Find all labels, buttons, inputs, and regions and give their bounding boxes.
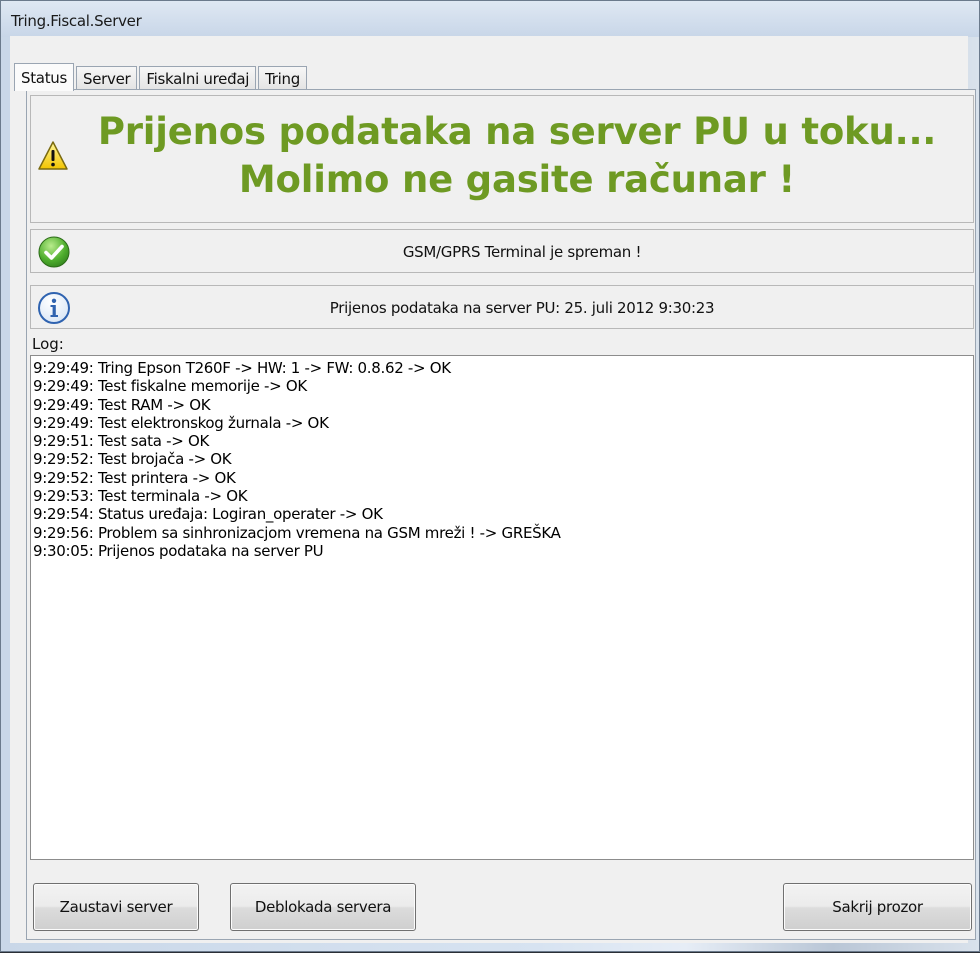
title-bar[interactable]: Tring.Fiscal.Server — [1, 1, 979, 37]
log-line: 9:29:54: Status uređaja: Logiran_operate… — [33, 505, 383, 524]
log-line: 9:29:49: Tring Epson T260F -> HW: 1 -> F… — [33, 359, 451, 377]
log-line: 9:29:52: Test brojača -> OK — [33, 450, 232, 469]
gsm-status-text: GSM/GPRS Terminal je spreman ! — [402, 243, 642, 261]
log-label: Log: — [32, 335, 64, 353]
gsm-status-row: GSM/GPRS Terminal je spreman ! — [30, 229, 974, 273]
info-icon — [38, 292, 70, 324]
log-line: 9:29:53: Test terminala -> OK — [33, 487, 248, 506]
log-line: 9:29:52: Test printera -> OK — [33, 468, 236, 487]
log-line: 9:29:49: Test fiskalne memorije -> OK — [33, 377, 307, 396]
warning-icon — [38, 141, 68, 170]
transfer-status-row: Prijenos podataka na server PU: 25. juli… — [30, 285, 974, 329]
log-line: 9:29:56: Problem sa sinhronizacjom vreme… — [33, 523, 561, 542]
banner-title: Prijenos podataka na server PU u toku... — [97, 110, 937, 153]
check-icon — [38, 236, 70, 268]
stop-server-button[interactable]: Zaustavi server — [33, 883, 199, 931]
log-line: 9:29:51: Test sata -> OK — [33, 432, 209, 451]
log-textbox[interactable]: 9:29:49: Tring Epson T260F -> HW: 1 -> F… — [30, 355, 974, 860]
tab-strip: Status Server Fiskalni uređaj Tring — [14, 62, 309, 91]
log-line: 9:30:05: Prijenos podataka na server PU — [33, 541, 324, 560]
tab-server[interactable]: Server — [76, 66, 138, 90]
unblock-server-button[interactable]: Deblokada servera — [230, 883, 416, 931]
banner-subtitle: Molimo ne gasite računar ! — [238, 158, 796, 201]
tab-tring[interactable]: Tring — [258, 66, 307, 90]
window-title: Tring.Fiscal.Server — [11, 12, 142, 30]
log-line: 9:29:49: Test elektronskog žurnala -> OK — [33, 413, 329, 432]
log-line: 9:29:49: Test RAM -> OK — [33, 395, 211, 414]
transfer-banner: Prijenos podataka na server PU u toku...… — [30, 95, 974, 223]
tab-status[interactable]: Status — [14, 63, 74, 91]
transfer-status-text: Prijenos podataka na server PU: 25. juli… — [329, 299, 715, 317]
hide-window-button[interactable]: Sakrij prozor — [783, 883, 972, 931]
tab-fiskalni-uredaj[interactable]: Fiskalni uređaj — [139, 66, 257, 90]
